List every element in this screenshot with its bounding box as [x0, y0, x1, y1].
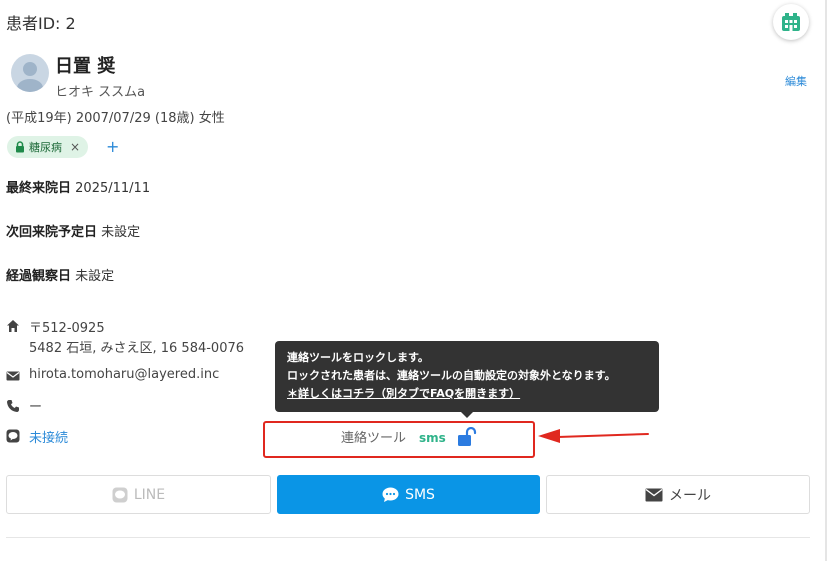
- tooltip-arrow: [461, 412, 473, 418]
- patient-id: 患者ID: 2: [6, 14, 76, 33]
- patient-birth: (平成19年) 2007/07/29 (18歳) 女性: [6, 111, 225, 126]
- contact-tool-value: sms: [419, 431, 446, 445]
- email: hirota.tomoharu@layered.inc: [29, 367, 220, 382]
- sms-icon: [382, 487, 399, 502]
- tag-remove-button[interactable]: ×: [70, 140, 80, 154]
- line-icon: [6, 429, 20, 443]
- mail-button[interactable]: メール: [546, 475, 810, 514]
- phone-icon: [7, 400, 19, 412]
- unlock-icon[interactable]: [456, 427, 478, 447]
- mail-icon: [645, 488, 663, 501]
- pointer-arrow-icon: [538, 429, 649, 443]
- contact-tool-label: 連絡ツール: [341, 431, 407, 446]
- lock-icon: [16, 141, 24, 153]
- address: 5482 石垣, みさえ区, 16 584-0076: [29, 341, 245, 356]
- last-visit-label: 最終来院日: [6, 181, 72, 196]
- phone: ー: [29, 400, 43, 415]
- patient-kana: ヒオキ ススムa: [55, 85, 146, 100]
- hospital-button[interactable]: [773, 4, 809, 40]
- mail-icon: [6, 371, 20, 381]
- line-button[interactable]: LINE: [6, 475, 271, 514]
- sms-button-label: SMS: [405, 486, 435, 503]
- line-status-link[interactable]: 未接続: [29, 427, 68, 446]
- tooltip-line-2: ロックされた患者は、連絡ツールの自動設定の対象外となります。: [287, 369, 616, 382]
- observation-label: 経過観察日: [6, 269, 72, 284]
- divider: [6, 537, 810, 538]
- next-visit-field: 次回来院予定日 未設定: [6, 221, 140, 240]
- observation-field: 経過観察日 未設定: [6, 265, 114, 284]
- last-visit-field: 最終来院日 2025/11/11: [6, 177, 150, 196]
- avatar: [11, 54, 49, 92]
- last-visit-value: 2025/11/11: [75, 181, 151, 196]
- postal-code: 〒512-0925: [29, 321, 105, 336]
- hospital-icon: [782, 13, 800, 31]
- mail-button-label: メール: [669, 487, 711, 504]
- next-visit-value: 未設定: [101, 225, 141, 240]
- disease-tag: 糖尿病 ×: [7, 136, 89, 158]
- patient-name: 日置 奨: [55, 56, 116, 77]
- sms-button[interactable]: SMS: [277, 475, 540, 514]
- disease-tag-label: 糖尿病: [29, 141, 62, 154]
- lock-tooltip: 連絡ツールをロックします。 ロックされた患者は、連絡ツールの自動設定の対象外とな…: [275, 341, 659, 412]
- tag-add-button[interactable]: +: [106, 137, 119, 156]
- tooltip-faq-link[interactable]: ＊詳しくはコチラ（別タブでFAQを開きます）: [287, 385, 659, 403]
- line-button-label: LINE: [133, 486, 166, 503]
- tooltip-line-1: 連絡ツールをロックします。: [287, 351, 429, 364]
- next-visit-label: 次回来院予定日: [6, 225, 98, 240]
- line-icon: [112, 487, 128, 502]
- home-icon: [7, 320, 19, 332]
- edit-link[interactable]: 編集: [785, 73, 807, 89]
- observation-value: 未設定: [75, 269, 115, 284]
- user-icon: [17, 62, 43, 92]
